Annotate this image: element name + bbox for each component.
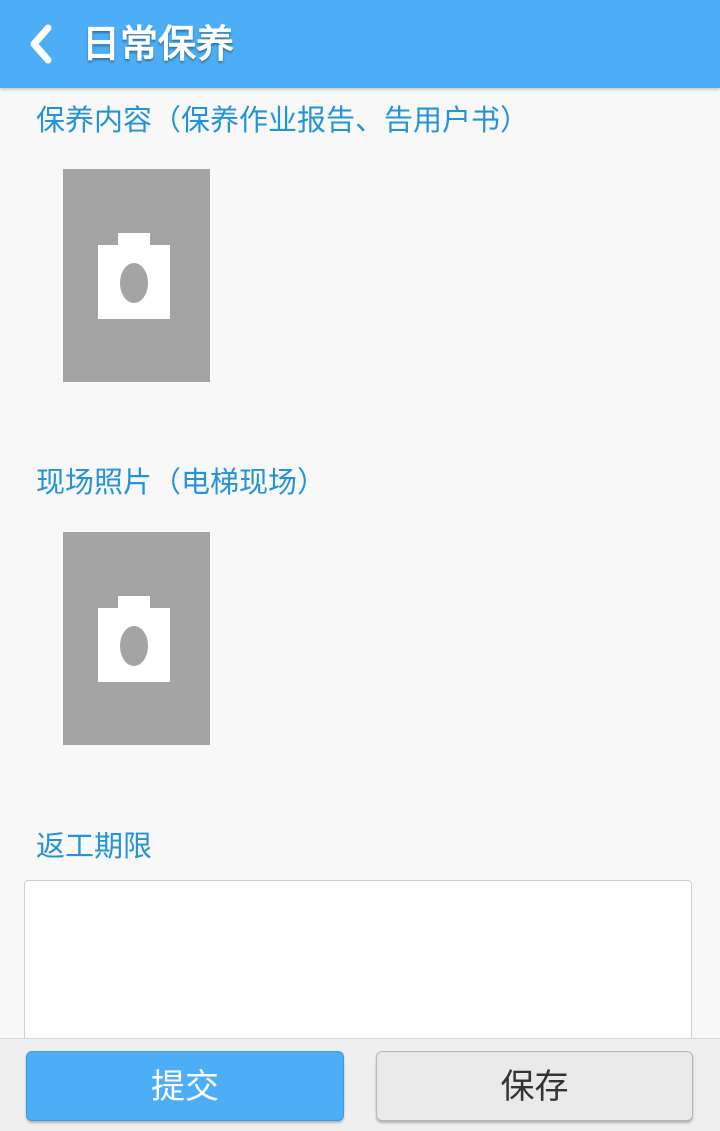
submit-button[interactable]: 提交 bbox=[26, 1051, 344, 1121]
page-title: 日常保养 bbox=[82, 22, 235, 66]
camera-icon bbox=[98, 596, 170, 686]
rework-deadline-title: 返工期限 bbox=[36, 829, 153, 863]
rework-deadline-input[interactable] bbox=[24, 880, 692, 1050]
maintenance-content-title: 保养内容（保养作业报告、告用户书） bbox=[36, 103, 530, 137]
footer-bar: 提交 保存 bbox=[0, 1038, 720, 1131]
site-photos-title: 现场照片（电梯现场） bbox=[36, 465, 327, 499]
chevron-left-icon bbox=[18, 18, 66, 70]
camera-icon bbox=[98, 233, 170, 323]
save-button[interactable]: 保存 bbox=[376, 1051, 693, 1121]
back-button[interactable] bbox=[18, 18, 66, 70]
maintenance-content-photo-button[interactable] bbox=[63, 169, 210, 382]
app-header: 日常保养 bbox=[0, 0, 720, 88]
site-photos-photo-button[interactable] bbox=[63, 532, 210, 745]
